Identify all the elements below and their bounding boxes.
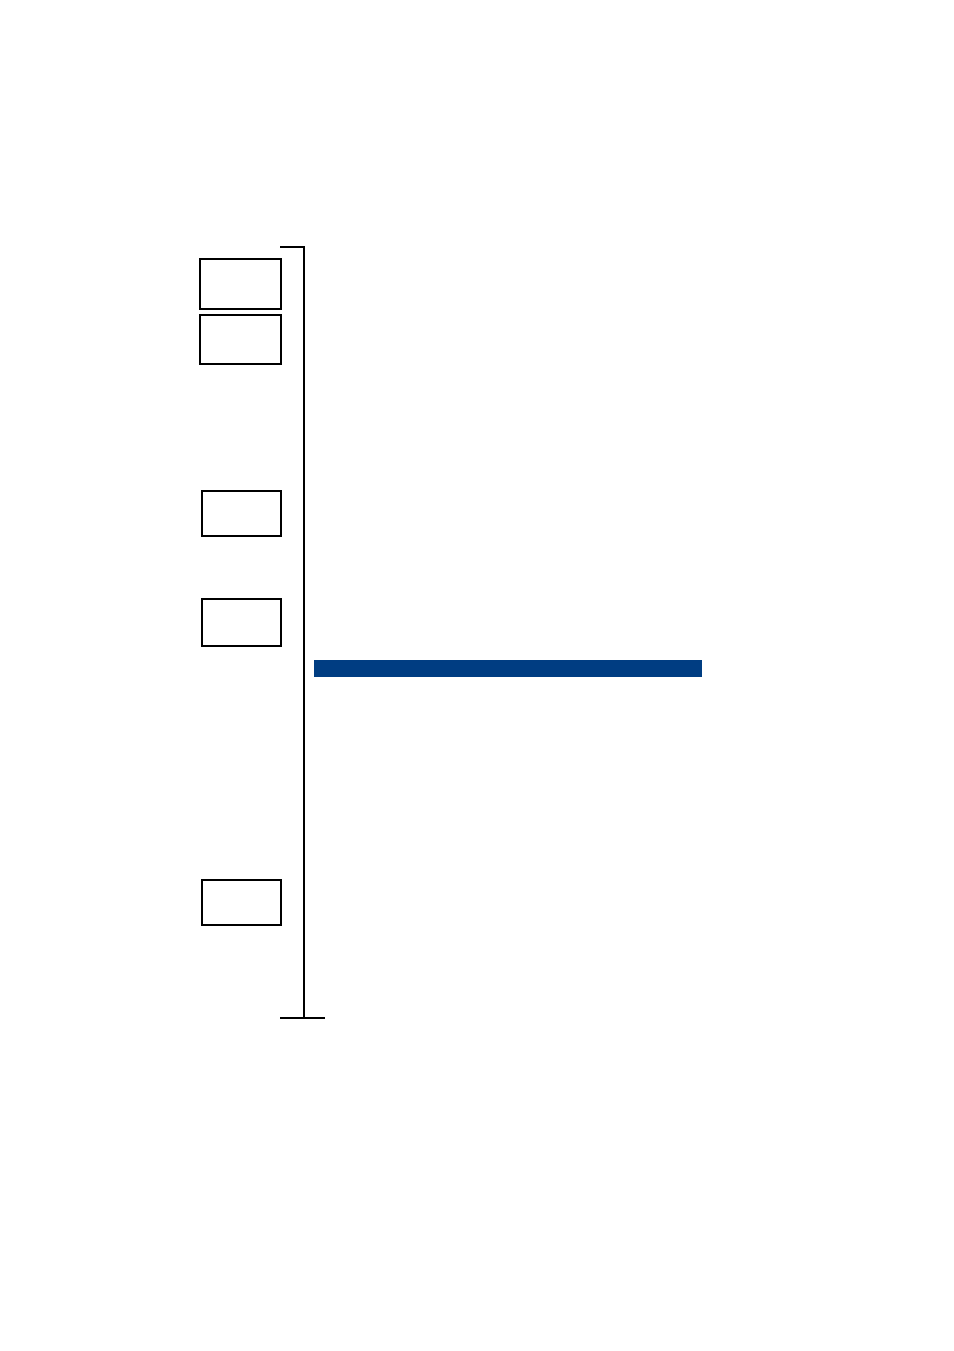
bracket-bottom-tick (280, 1017, 325, 1019)
box-4 (201, 598, 282, 647)
box-3 (201, 490, 282, 537)
bracket-top-tick (280, 246, 305, 248)
box-2 (199, 314, 282, 365)
box-5 (201, 879, 282, 926)
bracket-vertical-line (303, 246, 305, 1019)
highlight-bar (314, 660, 702, 677)
box-1 (199, 258, 282, 310)
